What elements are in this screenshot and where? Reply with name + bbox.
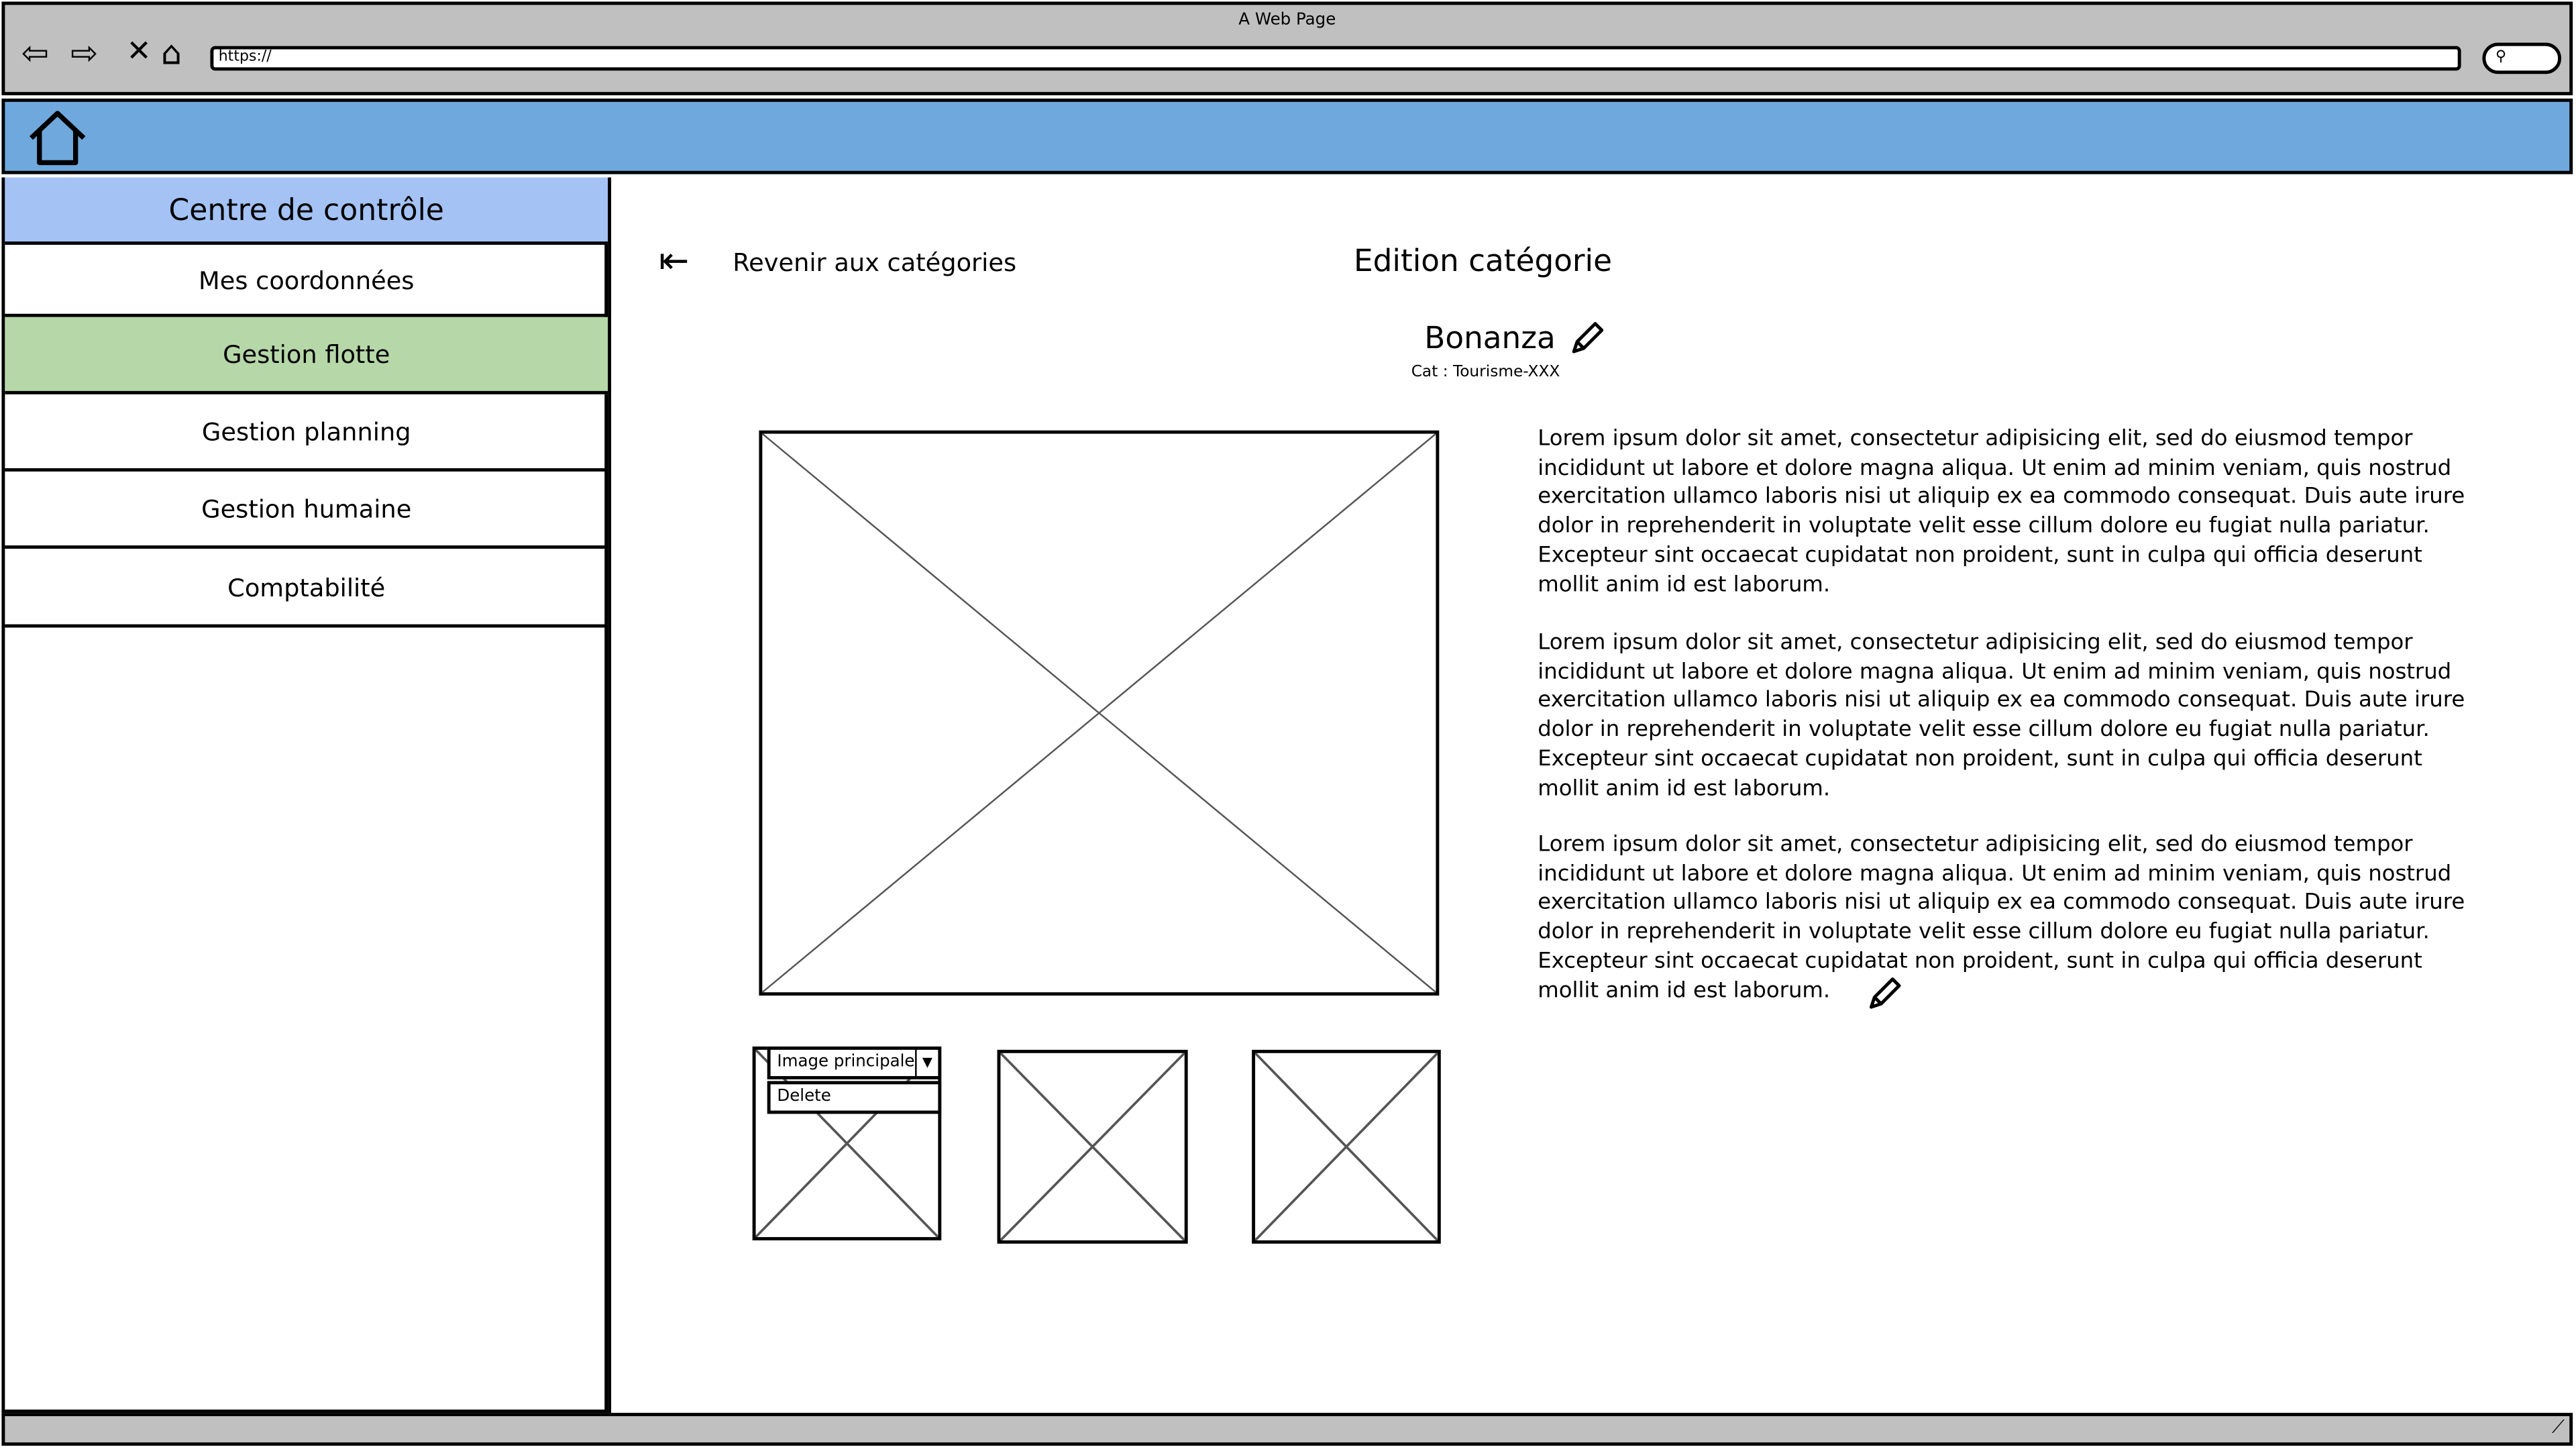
sidebar-item-gestion-humaine[interactable]: Gestion humaine [5, 472, 608, 549]
sidebar-item-mes-coordonnees[interactable]: Mes coordonnées [5, 245, 608, 317]
back-arrow-icon[interactable]: ⇦ [21, 34, 49, 70]
thumbnail-2[interactable] [997, 1049, 1188, 1244]
sidebar-header: Centre de contrôle [5, 177, 608, 245]
back-to-categories-link[interactable]: Revenir aux catégories [733, 248, 1016, 278]
browser-chrome: A Web Page ⇦ ⇨ ✕ ⌂ https:// ⚲ [1, 1, 2573, 96]
thumbnail-3[interactable] [1252, 1049, 1441, 1244]
category-subtitle: Cat : Tourisme-XXX [1411, 363, 1560, 382]
close-icon[interactable]: ✕ [127, 34, 152, 70]
sidebar-item-gestion-planning[interactable]: Gestion planning [5, 394, 608, 472]
sidebar-item-comptabilite[interactable]: Comptabilité [5, 549, 608, 628]
back-arrow-icon[interactable]: ⇤ [659, 241, 689, 282]
status-bar: ⟋ [1, 1413, 2573, 1446]
description-paragraph: Lorem ipsum dolor sit amet, consectetur … [1538, 427, 2465, 598]
sidebar: Centre de contrôle Mes coordonnées Gesti… [1, 177, 608, 1413]
search-icon[interactable]: ⚲ [2482, 42, 2561, 74]
home-icon[interactable] [25, 109, 91, 168]
resize-handle-icon[interactable]: ⟋ [2552, 1416, 2565, 1439]
main-image-placeholder [759, 430, 1440, 996]
dropdown-option-delete[interactable]: Delete [767, 1081, 942, 1114]
description-paragraph: Lorem ipsum dolor sit amet, consectetur … [1538, 833, 2465, 1004]
forward-arrow-icon[interactable]: ⇨ [70, 34, 98, 70]
page-title: Edition catégorie [1353, 244, 1613, 280]
sidebar-item-gestion-flotte[interactable]: Gestion flotte [5, 317, 608, 394]
category-name: Bonanza [1424, 322, 1556, 357]
top-banner [1, 98, 2573, 174]
window-title: A Web Page [1238, 11, 1336, 30]
edit-name-pencil-icon[interactable] [1569, 321, 1605, 357]
app-window: A Web Page ⇦ ⇨ ✕ ⌂ https:// ⚲ Centre de … [0, 0, 2576, 1449]
chevron-down-icon[interactable]: ▼ [915, 1049, 938, 1077]
description-paragraph: Lorem ipsum dolor sit amet, consectetur … [1538, 631, 2465, 801]
url-input[interactable]: https:// [210, 46, 2461, 71]
home-icon[interactable]: ⌂ [161, 34, 182, 70]
image-role-selected: Image principale [777, 1053, 915, 1071]
image-role-select[interactable]: Image principale ▼ [767, 1046, 942, 1079]
edit-description-pencil-icon[interactable] [1866, 976, 1902, 1012]
